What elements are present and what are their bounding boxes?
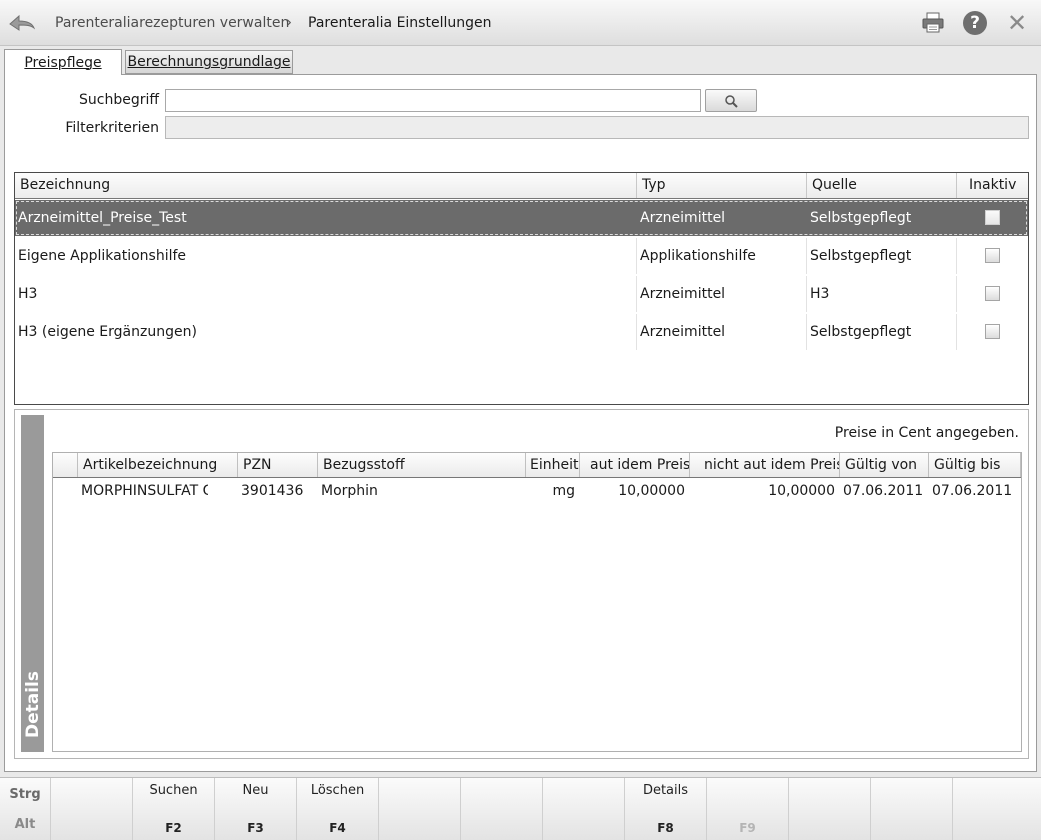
close-icon[interactable]: ✕ <box>1004 9 1030 37</box>
fkey-key: F2 <box>165 821 182 835</box>
tab-preispflege[interactable]: Preispflege <box>4 49 122 75</box>
cell-bezeichnung: H3 (eigene Ergänzungen) <box>18 324 197 340</box>
fkey-label: Löschen <box>310 783 365 798</box>
column-header-quelle[interactable]: Quelle <box>807 173 957 198</box>
table-row[interactable]: MORPHINSULFAT GRY 3901436 Morphin mg 10,… <box>53 479 1021 503</box>
column-header-artikelbezeichnung[interactable]: Artikelbezeichnung <box>78 453 238 477</box>
breadcrumb-parent[interactable]: Parenteraliarezepturen verwalten <box>55 15 289 31</box>
cell-quelle: Selbstgepflegt <box>810 324 912 340</box>
column-header-nicht-aut-idem-preis[interactable]: nicht aut idem Preis <box>690 453 840 477</box>
inaktiv-checkbox[interactable] <box>985 210 1000 225</box>
cell-quelle: Selbstgepflegt <box>810 210 912 226</box>
cell-typ: Arzneimittel <box>640 210 726 226</box>
fkey-f5[interactable] <box>378 778 460 840</box>
column-header-bezugsstoff[interactable]: Bezugsstoff <box>318 453 526 477</box>
filter-label: Filterkriterien <box>65 120 159 136</box>
cell-gueltig-von: 07.06.2011 <box>843 483 924 499</box>
column-header-einheit[interactable]: Einheit <box>526 453 580 477</box>
inaktiv-checkbox[interactable] <box>985 324 1000 339</box>
column-header-bezeichnung[interactable]: Bezeichnung <box>15 173 637 198</box>
inaktiv-checkbox[interactable] <box>985 286 1000 301</box>
cell-quelle: H3 <box>810 286 830 302</box>
column-divider <box>956 238 957 274</box>
inaktiv-checkbox[interactable] <box>985 248 1000 263</box>
column-header-pzn[interactable]: PZN <box>238 453 318 477</box>
fkey-loeschen[interactable]: Löschen F4 <box>296 778 378 840</box>
tab-label: Preispflege <box>24 54 102 71</box>
back-arrow-icon[interactable] <box>6 8 38 36</box>
table-row[interactable]: Eigene Applikationshilfe Applikationshil… <box>15 238 1028 274</box>
fkey-label: Suchen <box>149 783 198 798</box>
column-divider <box>956 276 957 312</box>
modifier-strg[interactable]: Strg <box>0 787 50 802</box>
column-header-marker <box>53 453 78 477</box>
column-divider <box>956 314 957 350</box>
fkey-f10[interactable] <box>788 778 870 840</box>
search-icon <box>725 94 738 108</box>
table-row[interactable]: H3 Arzneimittel H3 <box>15 276 1028 312</box>
cell-bezugsstoff: Morphin <box>321 483 378 499</box>
table-row[interactable]: Arzneimittel_Preise_Test Arzneimittel Se… <box>15 200 1028 236</box>
fkey-key: F9 <box>739 821 756 835</box>
table-row[interactable]: H3 (eigene Ergänzungen) Arzneimittel Sel… <box>15 314 1028 350</box>
breadcrumb-separator: › <box>286 13 292 31</box>
search-label: Suchbegriff <box>78 92 159 108</box>
printer-icon[interactable] <box>920 10 946 36</box>
column-header-aut-idem-preis[interactable]: aut idem Preis <box>580 453 690 477</box>
tab-label: Berechnungsgrundlage <box>127 54 291 70</box>
fkey-suchen[interactable]: Suchen F2 <box>132 778 214 840</box>
filter-field <box>165 116 1029 139</box>
cell-einheit: mg <box>552 483 575 499</box>
details-toggle[interactable]: Details <box>21 415 44 752</box>
price-note: Preise in Cent angegeben. <box>834 425 1019 441</box>
cell-quelle: Selbstgepflegt <box>810 248 912 264</box>
function-key-bar: Strg Alt Suchen F2 Neu F3 Löschen F4 Detail… <box>0 777 1041 840</box>
content-panel: Suchbegriff Filterkriterien Bezeichnung … <box>4 74 1037 772</box>
cell-bezeichnung: H3 <box>18 286 38 302</box>
fkey-f7[interactable] <box>542 778 624 840</box>
details-table: Artikelbezeichnung PZN Bezugsstoff Einhe… <box>52 452 1022 752</box>
page-title: Parenteralia Einstellungen <box>308 15 492 31</box>
tab-berechnungsgrundlage[interactable]: Berechnungsgrundlage <box>125 50 293 74</box>
modifier-keys: Strg Alt <box>0 778 50 840</box>
fkey-f1[interactable] <box>50 778 132 840</box>
details-title: Details <box>22 670 43 738</box>
fkey-label: Details <box>642 783 689 798</box>
cell-bezeichnung: Eigene Applikationshilfe <box>18 248 187 264</box>
price-list-table: Bezeichnung Typ Quelle Inaktiv Arzneimit… <box>14 172 1029 405</box>
modifier-alt[interactable]: Alt <box>0 817 50 832</box>
cell-typ: Arzneimittel <box>640 324 726 340</box>
title-bar: Parenteraliarezepturen verwalten › Paren… <box>0 0 1041 46</box>
cell-aut-idem-preis: 10,00000 <box>618 483 685 499</box>
details-table-header: Artikelbezeichnung PZN Bezugsstoff Einhe… <box>53 453 1021 478</box>
cell-nicht-aut-idem-preis: 10,00000 <box>768 483 835 499</box>
search-input[interactable] <box>165 89 701 112</box>
fkey-f12[interactable] <box>952 778 1041 840</box>
fkey-f9: F9 <box>706 778 788 840</box>
cell-pzn: 3901436 <box>241 483 304 499</box>
cell-typ: Applikationshilfe <box>640 248 756 264</box>
column-header-inaktiv[interactable]: Inaktiv <box>957 173 1028 198</box>
table-header: Bezeichnung Typ Quelle Inaktiv <box>15 173 1028 199</box>
search-button[interactable] <box>705 89 757 112</box>
cell-bezeichnung: Arzneimittel_Preise_Test <box>18 210 187 226</box>
cell-typ: Arzneimittel <box>640 286 726 302</box>
fkey-neu[interactable]: Neu F3 <box>214 778 296 840</box>
column-header-gueltig-bis[interactable]: Gültig bis <box>929 453 1021 477</box>
fkey-f6[interactable] <box>460 778 542 840</box>
column-header-gueltig-von[interactable]: Gültig von <box>840 453 929 477</box>
help-icon[interactable]: ? <box>963 11 987 35</box>
cell-artikelbezeichnung: MORPHINSULFAT GRY <box>81 483 208 499</box>
fkey-key: F8 <box>657 821 674 835</box>
fkey-f11[interactable] <box>870 778 952 840</box>
cell-gueltig-bis: 07.06.2011 <box>932 483 1013 499</box>
fkey-key: F3 <box>247 821 264 835</box>
fkey-details[interactable]: Details F8 <box>624 778 706 840</box>
fkey-label: Neu <box>242 783 269 798</box>
details-panel: Details Preise in Cent angegeben. Artike… <box>14 409 1029 759</box>
fkey-key: F4 <box>329 821 346 835</box>
column-header-typ[interactable]: Typ <box>637 173 807 198</box>
